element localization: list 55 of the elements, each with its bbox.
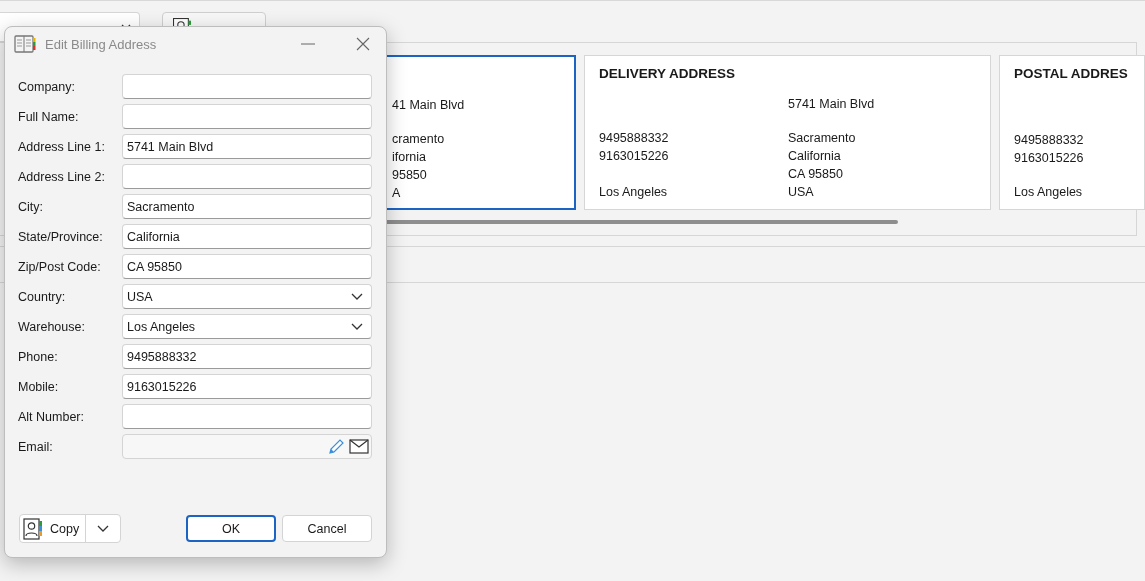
address-card[interactable]: DELIVERY ADDRESS 5741 Main Blvd 9495888332 Sacramento 9163015226 California CA 95850 Los Angeles USA [584,55,991,210]
address-line: A [392,186,401,200]
field-label: Address Line 1: [18,139,106,154]
ok-button[interactable]: OK [186,515,276,542]
input-field[interactable]: 9495888332 [122,344,372,369]
address-line: 41 Main Blvd [392,98,465,112]
address-line: Sacramento [788,131,856,145]
address-line: Los Angeles [1014,185,1083,199]
field-label: State/Province: [18,229,104,244]
field-label: Mobile: [18,379,60,394]
input-field[interactable]: 5741 Main Blvd [122,134,372,159]
card-title: POSTAL ADDRES [1014,66,1129,83]
address-line: cramento [392,132,445,146]
address-line: 9495888332 [1014,133,1084,147]
chevron-down-icon [351,293,363,300]
field-label: Company: [18,79,76,94]
dropdown-field[interactable]: USA [122,284,372,309]
address-line: 9495888332 [599,131,669,145]
address-line: 9163015226 [1014,151,1084,165]
input-field[interactable]: 9163015226 [122,374,372,399]
close-icon [356,37,370,51]
field-label: City: [18,199,44,214]
address-line: CA 95850 [788,167,843,181]
input-field[interactable]: Sacramento [122,194,372,219]
window-title: Edit Billing Address [45,36,157,52]
field-label: Address Line 2: [18,169,106,184]
address-line: 95850 [392,168,427,182]
field-label: Alt Number: [18,409,85,424]
address-line: Los Angeles [599,185,668,199]
chevron-down-icon [351,323,363,330]
input-field[interactable]: California [122,224,372,249]
address-line: 9163015226 [599,149,669,163]
dropdown-field[interactable]: Los Angeles [122,314,372,339]
card-title: DELIVERY ADDRESS [599,66,737,83]
address-line: 5741 Main Blvd [788,97,875,111]
cancel-button[interactable]: Cancel [282,515,372,542]
chevron-down-icon [97,525,110,532]
input-field[interactable] [122,164,372,189]
input-field[interactable] [122,74,372,99]
address-line: ifornia [392,150,427,164]
field-label: Full Name: [18,109,80,124]
field-label: Email: [18,439,54,454]
address-card[interactable]: POSTAL ADDRES 9495888332 9163015226 Los Angeles [999,55,1145,210]
minimize-icon [301,43,315,45]
field-label: Warehouse: [18,319,86,334]
contact-book-icon [23,517,43,540]
field-label: Zip/Post Code: [18,259,102,274]
input-field[interactable]: CA 95850 [122,254,372,279]
field-label: Country: [18,289,67,304]
input-field[interactable] [122,404,372,429]
input-field[interactable] [122,104,372,129]
field-label: Phone: [18,349,59,364]
book-icon [14,35,36,53]
address-line: USA [788,185,814,199]
address-line: California [788,149,841,163]
